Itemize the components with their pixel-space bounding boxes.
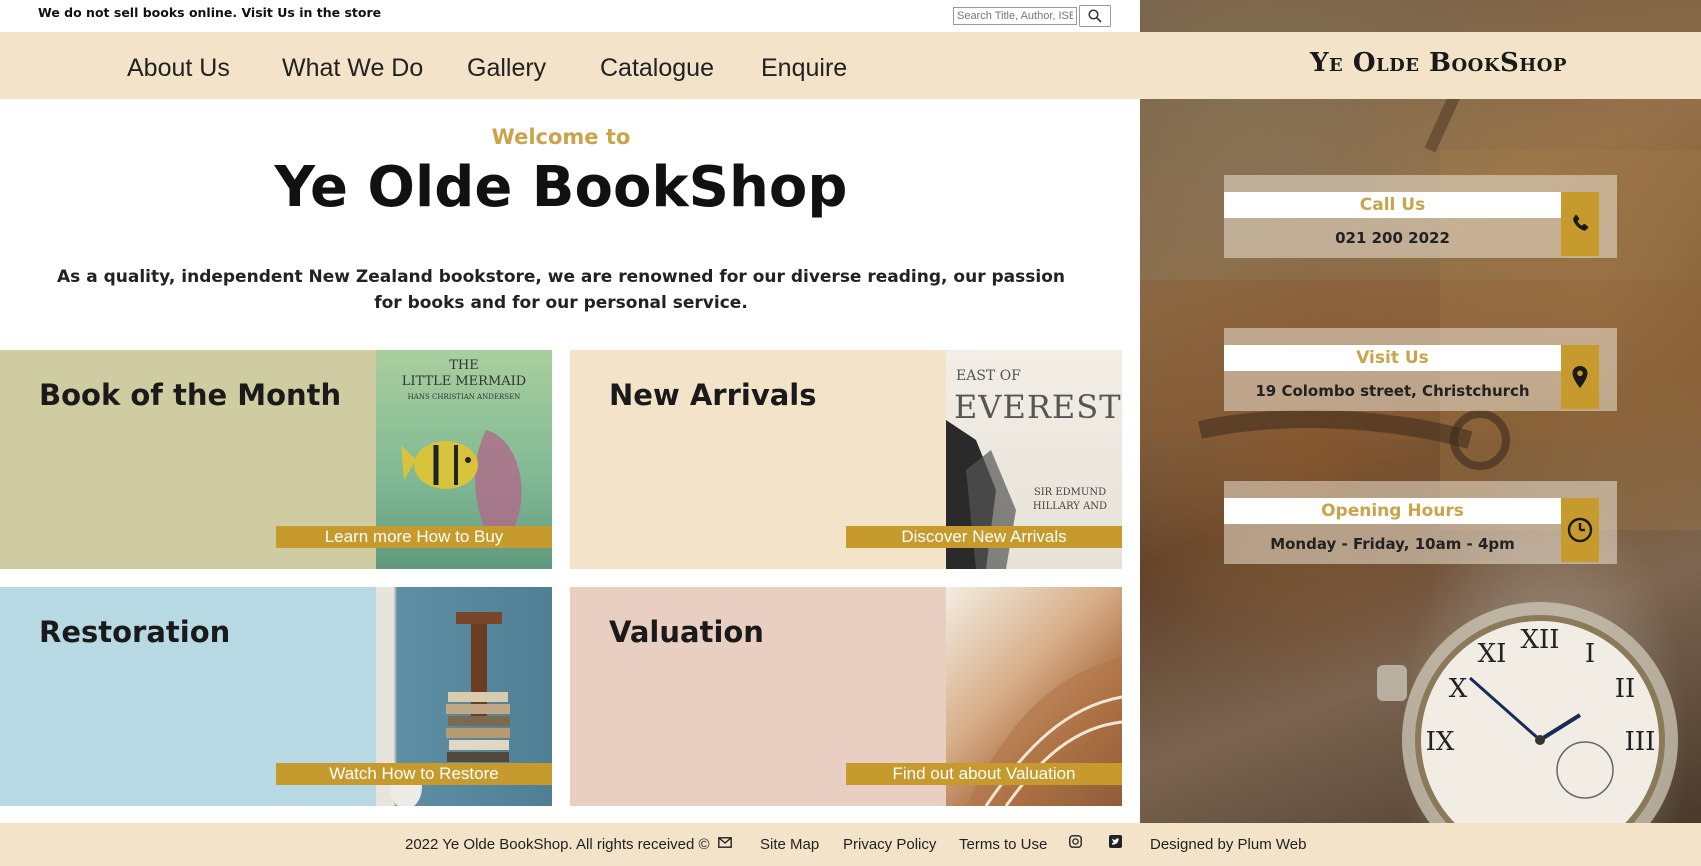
clock-icon bbox=[1567, 517, 1593, 543]
info-card-call: Call Us 021 200 2022 bbox=[1224, 175, 1617, 258]
svg-text:X: X bbox=[1449, 674, 1468, 704]
nav-catalogue[interactable]: Catalogue bbox=[600, 54, 714, 83]
find-out-valuation-button[interactable]: Find out about Valuation bbox=[846, 763, 1122, 785]
info-card-visit: Visit Us 19 Colombo street, Christchurch bbox=[1224, 328, 1617, 411]
svg-text:III: III bbox=[1625, 727, 1656, 757]
sidebar-background-image: XII I II III IX X XI bbox=[1140, 0, 1701, 823]
info-card-hours: Opening Hours Monday - Friday, 10am - 4p… bbox=[1224, 481, 1617, 564]
twitter-icon bbox=[1109, 835, 1122, 848]
footer-designed-by[interactable]: Designed by Plum Web bbox=[1150, 836, 1306, 853]
main-nav: About Us What We Do Gallery Catalogue En… bbox=[0, 32, 1140, 99]
footer-copyright: 2022 Ye Olde BookShop. All rights receiv… bbox=[405, 836, 710, 853]
discover-new-arrivals-button[interactable]: Discover New Arrivals bbox=[846, 526, 1122, 548]
svg-text:I: I bbox=[1585, 639, 1595, 669]
tile-restoration[interactable]: Restoration Watch How to Restore bbox=[0, 587, 552, 806]
svg-text:XI: XI bbox=[1478, 639, 1507, 669]
tile-title: Restoration bbox=[39, 615, 231, 649]
cover-text: SIR EDMUND HILLARY AND bbox=[1032, 487, 1108, 512]
twitter-link[interactable] bbox=[1109, 835, 1122, 852]
welcome-text: Welcome to bbox=[491, 125, 631, 149]
search-icon bbox=[1088, 9, 1102, 23]
nav-enquire[interactable]: Enquire bbox=[761, 54, 847, 83]
info-card-title: Visit Us bbox=[1224, 345, 1561, 371]
info-card-title: Call Us bbox=[1224, 192, 1561, 218]
tile-new-arrivals[interactable]: New Arrivals EAST OF EVEREST SIR EDMUND … bbox=[570, 350, 1122, 569]
map-button[interactable] bbox=[1561, 345, 1599, 409]
intro-text: As a quality, independent New Zealand bo… bbox=[57, 267, 1065, 313]
call-button[interactable] bbox=[1561, 192, 1599, 256]
svg-text:IX: IX bbox=[1426, 727, 1455, 757]
footer: 2022 Ye Olde BookShop. All rights receiv… bbox=[0, 823, 1701, 866]
search-bar bbox=[953, 5, 1111, 27]
cover-text: EVEREST bbox=[954, 388, 1122, 426]
footer-terms[interactable]: Terms to Use bbox=[959, 836, 1047, 853]
footer-privacy-policy[interactable]: Privacy Policy bbox=[843, 836, 936, 853]
cover-text: EAST OF bbox=[956, 368, 1021, 384]
envelope-icon bbox=[718, 837, 732, 848]
nav-about-us[interactable]: About Us bbox=[127, 54, 230, 83]
page-title: Ye Olde BookShop bbox=[274, 155, 848, 220]
antique-books-illustration: XII I II III IX X XI bbox=[1140, 37, 1701, 823]
tile-valuation[interactable]: Valuation Find out about Valuation bbox=[570, 587, 1122, 806]
hours-button[interactable] bbox=[1561, 498, 1599, 562]
opening-hours-text: Monday - Friday, 10am - 4pm bbox=[1270, 535, 1515, 553]
tile-title: Valuation bbox=[609, 615, 764, 649]
address-text: 19 Colombo street, Christchurch bbox=[1255, 382, 1530, 400]
tile-title: Book of the Month bbox=[39, 378, 342, 412]
watch-how-to-restore-button[interactable]: Watch How to Restore bbox=[276, 763, 552, 785]
info-card-title: Opening Hours bbox=[1224, 498, 1561, 524]
top-notice: We do not sell books online. Visit Us in… bbox=[38, 5, 382, 20]
nav-what-we-do[interactable]: What We Do bbox=[282, 54, 423, 83]
nav-gallery[interactable]: Gallery bbox=[467, 54, 546, 83]
search-input[interactable] bbox=[953, 7, 1077, 25]
site-logo[interactable]: Ye Olde BookShop bbox=[1310, 48, 1567, 78]
learn-more-button[interactable]: Learn more How to Buy bbox=[276, 526, 552, 548]
svg-text:XII: XII bbox=[1520, 625, 1559, 655]
footer-site-map[interactable]: Site Map bbox=[760, 836, 819, 853]
tile-title: New Arrivals bbox=[609, 378, 817, 412]
tile-book-of-the-month[interactable]: Book of the Month THE LITTLE MERMAID HAN… bbox=[0, 350, 552, 569]
instagram-link[interactable] bbox=[1069, 835, 1082, 852]
instagram-icon bbox=[1069, 835, 1082, 848]
phone-number: 021 200 2022 bbox=[1335, 229, 1450, 247]
email-link[interactable] bbox=[718, 835, 732, 852]
phone-icon bbox=[1573, 214, 1589, 231]
svg-text:II: II bbox=[1615, 674, 1636, 704]
map-pin-icon bbox=[1572, 366, 1588, 388]
search-button[interactable] bbox=[1079, 5, 1111, 27]
